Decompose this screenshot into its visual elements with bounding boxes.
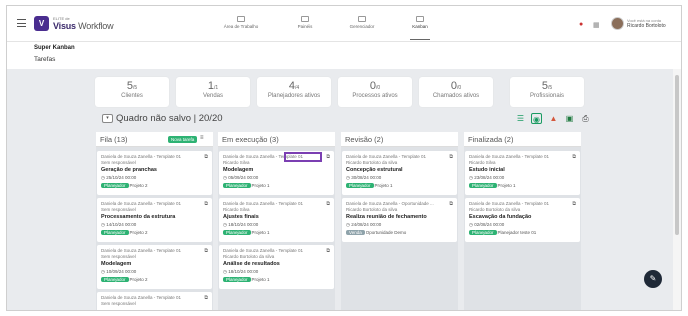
task-card[interactable]: Daniela de Souza Zanella - Template 01 Ri… bbox=[219, 151, 334, 195]
column-header: Revisão (2) bbox=[341, 132, 458, 147]
stat-clientes: 5/5 Clientes bbox=[95, 77, 169, 107]
tab-tarefas[interactable]: Tarefas bbox=[34, 56, 55, 63]
user-name: Ricardo Bortoloto bbox=[627, 23, 666, 29]
open-card-icon[interactable]: ⧉ bbox=[204, 248, 208, 254]
avatar[interactable] bbox=[611, 17, 624, 30]
type-badge: Planejador bbox=[223, 277, 251, 282]
print-icon[interactable]: ⎙ bbox=[580, 113, 591, 124]
bar-chart-icon bbox=[301, 16, 309, 22]
nav-area-trabalho[interactable]: Área de Trabalho bbox=[211, 16, 271, 29]
kanban-icon bbox=[416, 16, 424, 22]
scrollbar-thumb[interactable] bbox=[675, 75, 679, 235]
type-badge: Planejador bbox=[469, 183, 497, 188]
open-card-icon[interactable]: ⧉ bbox=[204, 201, 208, 207]
open-card-icon[interactable]: ⧉ bbox=[204, 154, 208, 160]
column-revisao: Revisão (2) Daniela de Souza Zanella - T… bbox=[341, 132, 458, 310]
chart-icon[interactable]: ▲ bbox=[548, 113, 559, 124]
task-card[interactable]: Daniela de Souza Zanella - Template 01 Ri… bbox=[219, 198, 334, 242]
task-card[interactable]: Daniela de Souza Zanella - Template 01 Se… bbox=[97, 151, 212, 195]
task-card[interactable]: Daniela de Souza Zanella - Template 01 Ri… bbox=[465, 198, 580, 242]
board-title: Quadro não salvo | 20/20 bbox=[116, 113, 223, 124]
type-badge: Planejador bbox=[223, 183, 251, 188]
task-card[interactable]: Daniela de Souza Zanella - Template 01 Ri… bbox=[219, 245, 334, 289]
new-task-button[interactable]: Nova tarefa bbox=[168, 136, 198, 143]
column-fila: Fila (13) Nova tarefa ≡ Daniela de Souza… bbox=[96, 132, 213, 310]
list-view-icon[interactable]: ☰ bbox=[515, 113, 526, 124]
logo: V bbox=[34, 16, 49, 31]
open-card-icon[interactable]: ⧉ bbox=[326, 248, 330, 254]
task-card[interactable]: Daniela de Souza Zanella - Template 01 Se… bbox=[97, 245, 212, 289]
top-bar: V ELITE de Visus Workflow Área de Trabal… bbox=[7, 6, 681, 42]
monitor-icon bbox=[237, 16, 245, 22]
open-card-icon[interactable]: ⧉ bbox=[204, 295, 208, 301]
type-badge: Planejador bbox=[223, 230, 251, 235]
column-title: Em execução (3) bbox=[222, 135, 279, 144]
open-card-icon[interactable]: ⧉ bbox=[572, 201, 576, 207]
board-select[interactable]: ▾ bbox=[102, 114, 113, 123]
notification-icon[interactable]: ● bbox=[579, 21, 583, 28]
nav-kanban[interactable]: Kanban bbox=[390, 16, 450, 40]
type-badge: Venda bbox=[346, 230, 365, 235]
task-card[interactable]: Daniela de Souza Zanella - Oportunidade … bbox=[342, 198, 457, 242]
task-card[interactable]: Daniela de Souza Zanella - Template 01 Ri… bbox=[465, 151, 580, 195]
stat-profissionais: 5/5 Profissionais bbox=[510, 77, 584, 107]
type-badge: Planejador bbox=[101, 277, 129, 282]
stat-vendas: 1/1 Vendas bbox=[176, 77, 250, 107]
task-card[interactable]: Daniela de Souza Zanella - Template 01 Ri… bbox=[342, 151, 457, 195]
stat-planejadores: 4/4 Planejadores ativos bbox=[257, 77, 331, 107]
open-card-icon[interactable]: ⧉ bbox=[449, 154, 453, 160]
grid-icon[interactable]: ▦ bbox=[593, 21, 600, 29]
type-badge: Planejador bbox=[101, 230, 129, 235]
type-badge: Planejador bbox=[346, 183, 374, 188]
stat-chamados: 0/0 Chamados ativos bbox=[419, 77, 493, 107]
scrollbar[interactable] bbox=[673, 69, 681, 310]
app-window: V ELITE de Visus Workflow Área de Trabal… bbox=[6, 5, 682, 311]
type-badge: Planejador bbox=[101, 183, 129, 188]
column-header: Em execução (3) bbox=[218, 132, 335, 147]
page-title: Super Kanban bbox=[34, 45, 75, 51]
excel-icon[interactable]: ▣ bbox=[564, 113, 575, 124]
task-card[interactable]: Daniela de Souza Zanella - Template 01 Se… bbox=[97, 292, 212, 310]
open-card-icon[interactable]: ⧉ bbox=[572, 154, 576, 160]
column-finalizada: Finalizada (2) Daniela de Souza Zanella … bbox=[464, 132, 581, 310]
sliders-icon bbox=[358, 16, 366, 22]
task-card[interactable]: Daniela de Souza Zanella - Template 01 Se… bbox=[97, 198, 212, 242]
open-card-icon[interactable]: ⧉ bbox=[326, 201, 330, 207]
filter-icon[interactable]: ≡ bbox=[200, 135, 204, 141]
template-highlight bbox=[284, 152, 322, 162]
logo-text: Visus Workflow bbox=[53, 21, 114, 31]
column-header: Finalizada (2) bbox=[464, 132, 581, 147]
column-em-execucao: Em execução (3) Daniela de Souza Zanella… bbox=[218, 132, 335, 310]
menu-icon[interactable] bbox=[17, 19, 26, 27]
camera-icon[interactable]: ◉ bbox=[531, 113, 542, 124]
column-title: Fila (13) bbox=[100, 135, 128, 144]
open-card-icon[interactable]: ⧉ bbox=[326, 154, 330, 160]
column-title: Finalizada (2) bbox=[468, 135, 514, 144]
nav-gerenciador[interactable]: Gerenciador bbox=[332, 16, 392, 29]
open-card-icon[interactable]: ⧉ bbox=[449, 201, 453, 207]
column-title: Revisão (2) bbox=[345, 135, 384, 144]
type-badge: Planejador bbox=[469, 230, 497, 235]
chat-button[interactable]: ✎ bbox=[644, 270, 662, 288]
stat-processos: 0/0 Processos ativos bbox=[338, 77, 412, 107]
column-header: Fila (13) Nova tarefa ≡ bbox=[96, 132, 213, 147]
nav-paineis[interactable]: Painéis bbox=[275, 16, 335, 29]
